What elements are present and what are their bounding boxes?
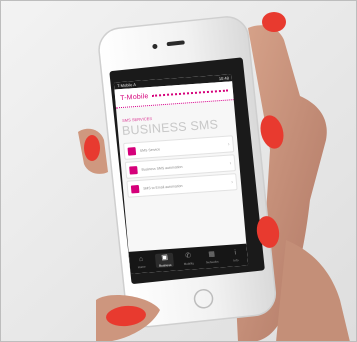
nail-top	[262, 12, 286, 32]
tab-mobility[interactable]: ✆ Mobility	[179, 251, 198, 266]
menu-list: SMS Service › Business SMS automation › …	[123, 135, 238, 198]
brand-dots	[152, 89, 228, 97]
brand-logo: T-Mobile	[119, 92, 149, 102]
message-icon	[130, 184, 140, 193]
message-icon	[127, 146, 137, 156]
tab-info[interactable]: i Info	[226, 248, 245, 263]
menu-item-label: SMS to Email automation	[142, 183, 183, 191]
menu-item-label: Business SMS automation	[141, 164, 183, 172]
tab-label: Business	[159, 262, 172, 268]
phone-screen: T-Mobile A 10:48 T-Mobile SMS services B…	[113, 74, 249, 274]
tab-business[interactable]: ▣ Business	[155, 252, 175, 268]
tab-label: Networks	[205, 259, 219, 265]
tab-label: Info	[233, 258, 239, 263]
info-icon: i	[234, 249, 237, 257]
menu-item-label: SMS Service	[139, 146, 161, 153]
clock: 10:48	[218, 75, 230, 82]
phone-icon: ✆	[184, 252, 192, 260]
tab-home[interactable]: ⌂ Home	[132, 254, 151, 269]
carrier-label: T-Mobile A	[116, 81, 137, 89]
tab-label: Mobility	[183, 261, 195, 267]
network-icon: ▦	[208, 250, 216, 259]
briefcase-icon: ▣	[161, 254, 169, 262]
tab-label: Home	[137, 264, 146, 270]
message-icon	[129, 165, 138, 175]
chevron-right-icon: ›	[227, 141, 230, 148]
home-icon: ⌂	[138, 255, 144, 264]
nail-left	[84, 135, 100, 161]
tab-networks[interactable]: ▦ Networks	[202, 249, 221, 265]
chevron-right-icon: ›	[230, 178, 234, 186]
chevron-right-icon: ›	[229, 159, 232, 167]
